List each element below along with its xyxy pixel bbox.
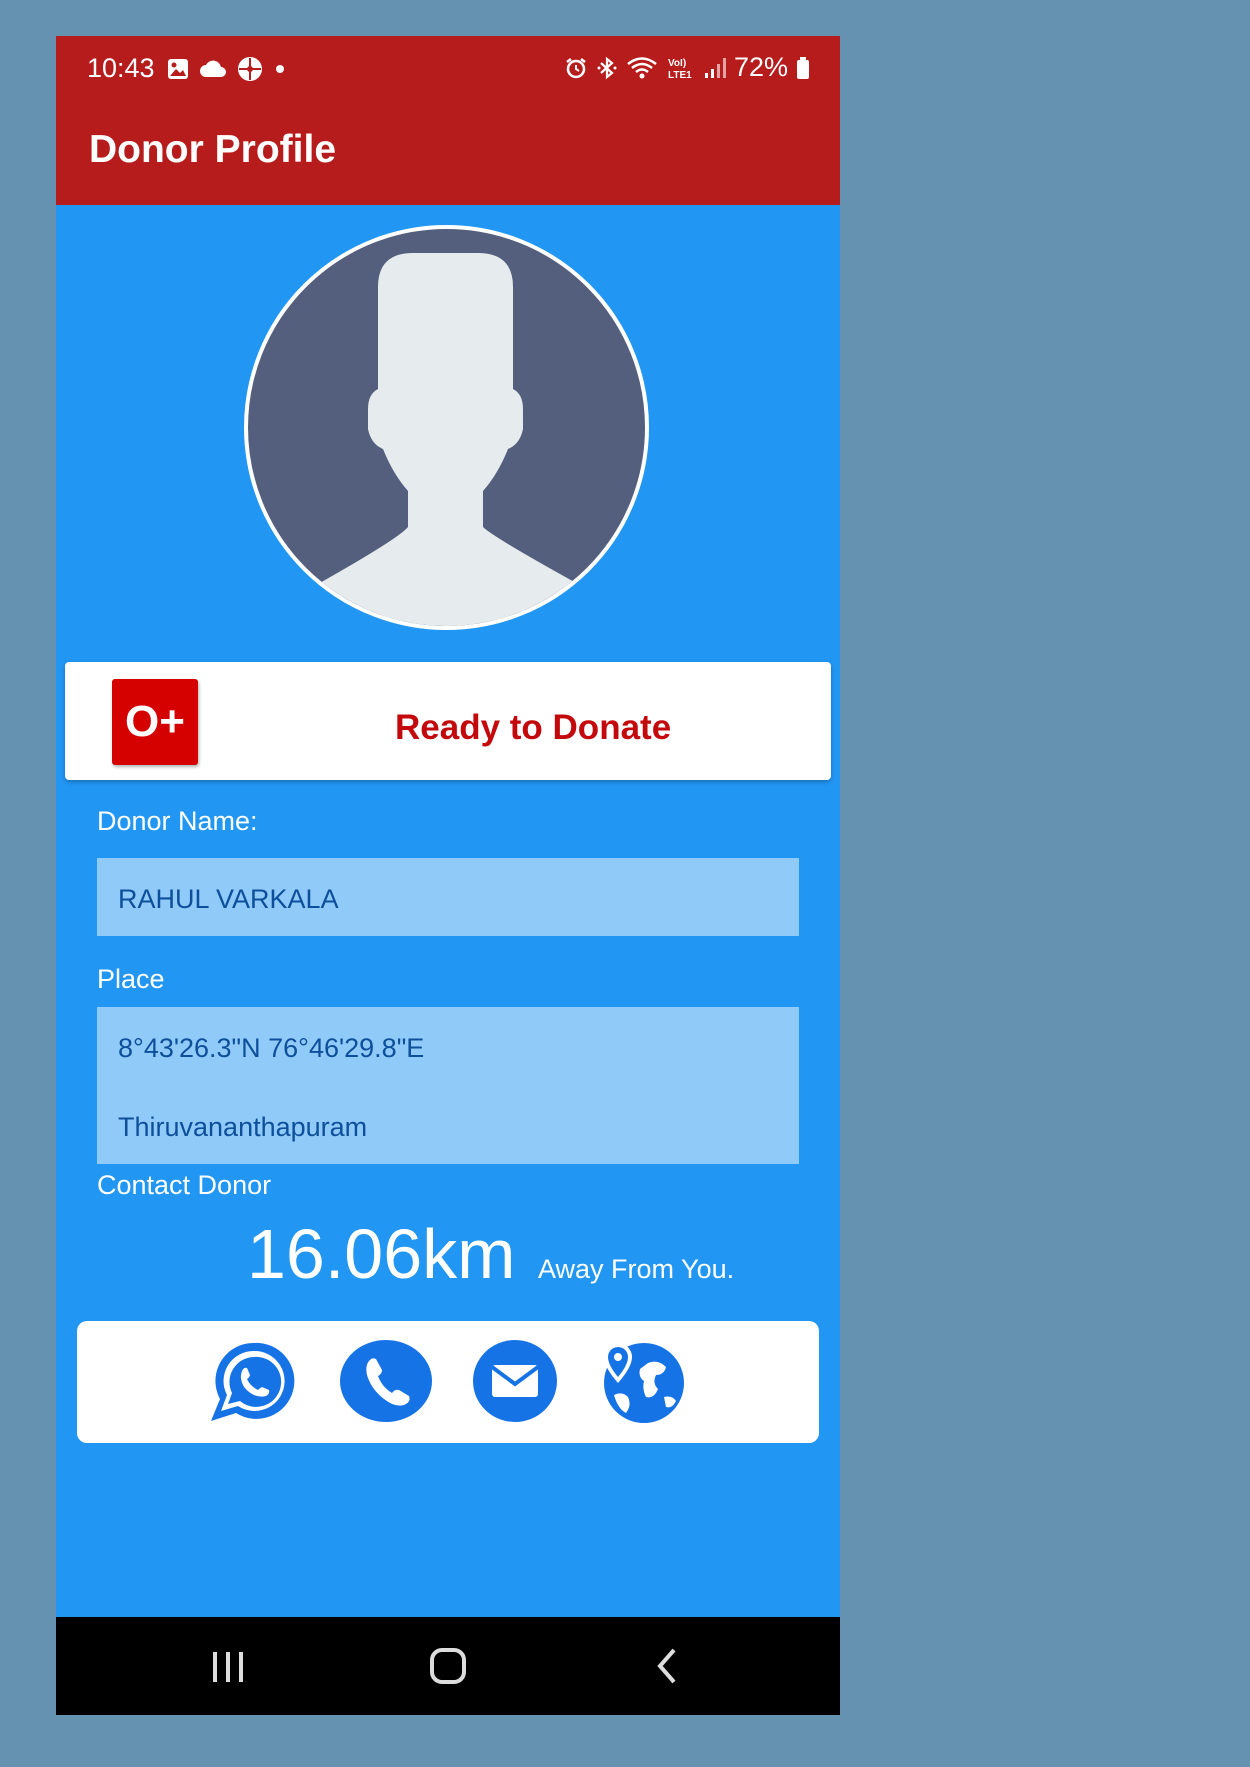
- place-city: Thiruvananthapuram: [118, 1112, 368, 1142]
- map-location-button[interactable]: [596, 1339, 688, 1428]
- phone-screen: 10:43 VoI) LTE1 72% Donor Profile O+ Rea…: [56, 36, 840, 1715]
- cloud-icon: [200, 60, 226, 77]
- place-label: Place: [97, 964, 165, 994]
- default-user-avatar-icon: [318, 253, 578, 626]
- blood-group-badge: O+: [112, 679, 198, 765]
- avatar: [244, 225, 649, 630]
- system-navigation-bar: [56, 1617, 840, 1715]
- recent-apps-button[interactable]: [168, 1617, 288, 1715]
- wifi-icon: [627, 56, 657, 78]
- home-icon: [430, 1648, 466, 1684]
- whatsapp-icon: [211, 1342, 295, 1421]
- place-field: 8°43'26.3"N 76°46'29.8"E Thiruvananthapu…: [97, 1007, 799, 1164]
- email-icon: [473, 1340, 557, 1422]
- home-button[interactable]: [388, 1617, 508, 1715]
- back-button[interactable]: [608, 1617, 728, 1715]
- svg-text:LTE1: LTE1: [668, 70, 692, 80]
- recent-apps-icon: [213, 1652, 243, 1682]
- map-location-icon: [604, 1343, 684, 1423]
- back-icon: [657, 1648, 676, 1684]
- page-title: Donor Profile: [89, 128, 337, 171]
- contact-actions-card: [77, 1321, 819, 1443]
- volte-icon: VoI) LTE1: [668, 58, 692, 80]
- status-bar: 10:43 VoI) LTE1 72%: [56, 36, 840, 102]
- distance-value: 16.06km: [247, 1215, 516, 1293]
- call-button[interactable]: [339, 1339, 433, 1428]
- phone-icon: [340, 1340, 432, 1422]
- donation-status-text: Ready to Donate: [395, 708, 672, 747]
- battery-percent: 72%: [733, 52, 788, 82]
- email-button[interactable]: [472, 1339, 558, 1428]
- bluetooth-icon: [597, 56, 617, 79]
- donor-status-card: O+ Ready to Donate: [65, 662, 831, 780]
- image-icon: [168, 59, 188, 79]
- donor-name-label: Donor Name:: [97, 806, 258, 836]
- status-time: 10:43: [87, 53, 155, 83]
- alarm-icon: [566, 57, 586, 78]
- svg-text:VoI): VoI): [668, 58, 686, 69]
- whatsapp-button[interactable]: [208, 1339, 300, 1428]
- app-icon: [238, 57, 262, 81]
- notification-dot-icon: [276, 65, 284, 73]
- donor-name-value: RAHUL VARKALA: [118, 884, 339, 914]
- contact-donor-label: Contact Donor: [97, 1170, 272, 1200]
- battery-icon: [797, 56, 809, 79]
- signal-icon: [704, 57, 726, 78]
- donor-name-field: RAHUL VARKALA: [97, 858, 799, 936]
- place-coordinates: 8°43'26.3"N 76°46'29.8"E: [118, 1033, 425, 1063]
- status-left-icons: [167, 56, 287, 82]
- distance-suffix: Away From You.: [538, 1254, 735, 1284]
- status-right-icons: VoI) LTE1 72%: [564, 52, 810, 83]
